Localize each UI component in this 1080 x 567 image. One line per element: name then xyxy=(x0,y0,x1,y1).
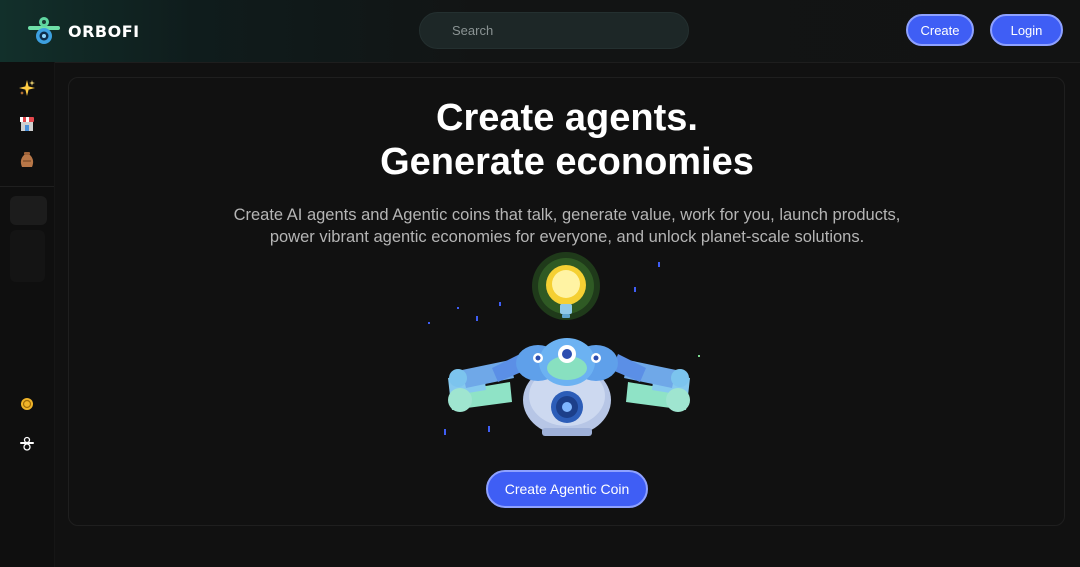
orbofi-bot-icon[interactable] xyxy=(17,434,37,454)
robot-heads xyxy=(516,338,618,386)
search-bar[interactable] xyxy=(419,12,689,49)
sparkles-icon[interactable] xyxy=(17,78,37,98)
sidebar-divider xyxy=(0,186,54,187)
hero-subtitle-line-2: power vibrant agentic economies for ever… xyxy=(269,228,865,246)
login-button[interactable]: Login xyxy=(990,14,1063,46)
robot-illustration xyxy=(428,252,700,436)
orbofi-logo-icon xyxy=(28,17,60,44)
logo[interactable]: ORBOFI xyxy=(26,16,140,46)
hero-subtitle: Create AI agents and Agentic coins that … xyxy=(180,204,954,248)
search-input[interactable] xyxy=(450,22,658,39)
create-button[interactable]: Create xyxy=(906,14,974,46)
sidebar-placeholder xyxy=(10,196,47,225)
lightbulb-icon xyxy=(532,252,600,320)
sidebar-placeholder xyxy=(10,230,45,282)
hero-subtitle-line-1: Create AI agents and Agentic coins that … xyxy=(233,206,901,224)
hero-title-line-1: Create agents. xyxy=(436,97,698,139)
logo-text: ORBOFI xyxy=(68,21,140,41)
hero-title-line-2: Generate economies xyxy=(380,141,754,183)
hero-title: Create agents. Generate economies xyxy=(0,96,1080,184)
top-bar: ORBOFI Create Login xyxy=(0,0,1080,63)
create-agentic-coin-button[interactable]: Create Agentic Coin xyxy=(486,470,648,508)
coin-icon[interactable] xyxy=(17,394,37,414)
